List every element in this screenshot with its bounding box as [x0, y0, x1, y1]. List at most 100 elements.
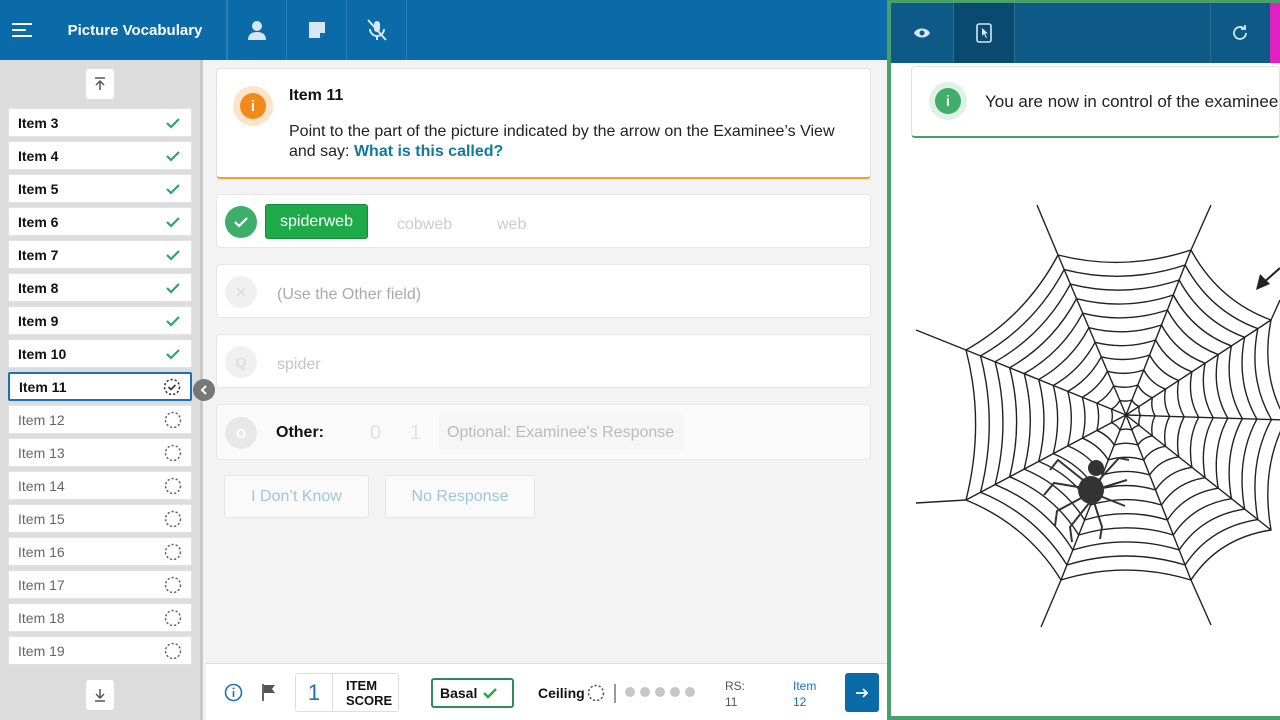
other-badge[interactable]: O [225, 417, 257, 449]
sidebar-item-label: Item 10 [18, 345, 67, 362]
mic-off-icon [366, 19, 387, 41]
sidebar-item[interactable]: Item 8 [8, 273, 192, 302]
rs-value: 11 [725, 695, 738, 709]
response-web[interactable]: web [497, 216, 526, 234]
sidebar-item[interactable]: Item 9 [8, 306, 192, 335]
check-icon [166, 315, 180, 327]
other-response-input[interactable]: Optional: Examinee's Response [439, 415, 684, 450]
pending-icon [164, 444, 182, 461]
in-progress-icon [163, 378, 181, 395]
arrow-right-icon [856, 687, 869, 698]
other-response-row: O Other: 0 1 Optional: Examinee's Respon… [216, 404, 871, 460]
sidebar-item-label: Item 5 [18, 180, 59, 197]
check-icon [166, 150, 180, 162]
sidebar-item[interactable]: Item 16 [8, 537, 192, 566]
correct-check-icon[interactable] [225, 206, 257, 238]
eye-icon [914, 28, 930, 38]
notice-info-icon: i [929, 82, 967, 120]
refresh-icon [1233, 25, 1247, 40]
pending-icon [164, 411, 182, 428]
scroll-bottom-button[interactable] [86, 680, 114, 710]
sidebar-item[interactable]: Item 3 [8, 108, 192, 137]
sidebar-item-label: Item 17 [18, 576, 65, 593]
check-icon [166, 348, 180, 360]
info-circle-icon[interactable] [224, 683, 243, 702]
pending-icon [164, 642, 182, 659]
query-badge[interactable]: Q [225, 346, 257, 378]
item-list: Item 3 Item 4 Item 5 Item 6 Item 7 Item 8 Item… [8, 108, 192, 674]
scroll-top-button[interactable] [86, 69, 114, 99]
divider [614, 684, 616, 703]
mic-off-button[interactable] [347, 0, 407, 60]
item-sidebar: Item 3 Item 4 Item 5 Item 6 Item 7 Item 8 Item… [0, 60, 203, 720]
refresh-button[interactable] [1210, 3, 1269, 63]
menu-icon [12, 23, 32, 37]
flag-icon[interactable] [261, 683, 277, 701]
progress-dot [640, 687, 650, 697]
examinee-view-header [891, 3, 1280, 63]
footer-bar: 1 ITEM SCORE Basal Ceiling RS: 11 Item 1… [206, 663, 887, 720]
collapse-sidebar-button[interactable] [193, 379, 215, 401]
sidebar-item-label: Item 4 [18, 147, 59, 164]
sidebar-item[interactable]: Item 17 [8, 570, 192, 599]
raw-score: RS: 11 [725, 678, 745, 710]
item-score-label: ITEM SCORE [346, 678, 392, 708]
response-spiderweb[interactable]: spiderweb [265, 204, 368, 239]
view-toggle-button[interactable] [891, 3, 954, 63]
sidebar-item[interactable]: Item 13 [8, 438, 192, 467]
sidebar-item[interactable]: Item 12 [8, 405, 192, 434]
sidebar-item-label: Item 19 [18, 642, 65, 659]
sidebar-item-label: Item 9 [18, 312, 59, 329]
response-cobweb[interactable]: cobweb [397, 216, 452, 234]
menu-button[interactable] [0, 0, 44, 60]
check-icon [166, 183, 180, 195]
no-response-button[interactable]: No Response [385, 475, 535, 518]
item-score-value: 1 [296, 674, 333, 711]
notes-button[interactable] [287, 0, 347, 60]
sidebar-item[interactable]: Item 4 [8, 141, 192, 170]
sidebar-item[interactable]: Item 19 [8, 636, 192, 665]
sidebar-item-label: Item 16 [18, 543, 65, 560]
sidebar-item[interactable]: Item 6 [8, 207, 192, 236]
arrow-to-bottom-icon [95, 689, 105, 702]
info-icon: i [233, 86, 273, 126]
pointer-arrow [1256, 267, 1280, 290]
item-title: Item 11 [289, 87, 344, 104]
sidebar-item-label: Item 13 [18, 444, 65, 461]
incorrect-x-icon[interactable] [225, 276, 257, 308]
sidebar-item[interactable]: Item 10 [8, 339, 192, 368]
item-score-label-line2: SCORE [346, 693, 393, 708]
ceiling-progress-dots [625, 687, 695, 697]
other-score-1[interactable]: 1 [410, 422, 421, 445]
item-score-box: 1 ITEM SCORE [295, 673, 399, 712]
basal-badge: Basal [431, 678, 514, 708]
sidebar-item[interactable]: Item 15 [8, 504, 192, 533]
correct-response-row: spiderweb cobweb web [216, 194, 871, 248]
sidebar-item[interactable]: Item 7 [8, 240, 192, 269]
progress-dot [655, 687, 665, 697]
next-label-line2: 12 [793, 695, 807, 709]
other-label: Other: [276, 424, 324, 441]
sidebar-item[interactable]: Item 18 [8, 603, 192, 632]
sidebar-item-label: Item 12 [18, 411, 65, 428]
sidebar-item[interactable]: Item 11 [8, 372, 192, 401]
sidebar-item-label: Item 7 [18, 246, 59, 263]
incorrect-response-row: (Use the Other field) [216, 264, 871, 318]
examinee-info-button[interactable] [227, 0, 287, 60]
ceiling-pending-icon [587, 684, 605, 702]
sidebar-item-label: Item 11 [19, 378, 67, 395]
next-item-button[interactable] [845, 673, 879, 712]
other-score-0[interactable]: 0 [370, 422, 381, 445]
examinee-control-button[interactable] [954, 3, 1015, 63]
note-icon [308, 22, 325, 38]
sidebar-item[interactable]: Item 5 [8, 174, 192, 203]
sidebar-item[interactable]: Item 14 [8, 471, 192, 500]
dont-know-button[interactable]: I Don’t Know [224, 475, 369, 518]
ceiling-label: Ceiling [538, 685, 585, 701]
pending-icon [164, 609, 182, 626]
item-instruction: Point to the part of the picture indicat… [289, 122, 849, 162]
check-icon [166, 216, 180, 228]
sidebar-item-label: Item 14 [18, 477, 65, 494]
progress-dot [625, 687, 635, 697]
notice-text: You are now in control of the examinee [985, 92, 1279, 111]
